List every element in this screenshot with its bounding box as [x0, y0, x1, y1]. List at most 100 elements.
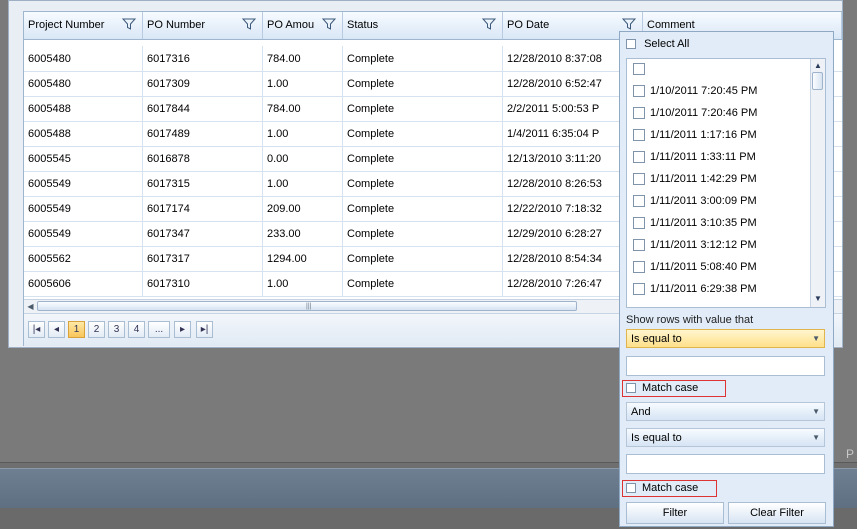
cell-status: Complete	[343, 146, 503, 171]
list-item[interactable]: 1/10/2011 7:20:46 PM	[633, 107, 757, 127]
scroll-down-icon[interactable]: ▼	[813, 294, 823, 304]
column-header-label: Comment	[647, 19, 695, 31]
match-case-label: Match case	[642, 482, 699, 494]
value1-input[interactable]	[626, 356, 825, 376]
value-checkbox[interactable]	[633, 107, 645, 120]
pager-page-1[interactable]: 1	[68, 321, 85, 338]
cell-po-number: 6017317	[143, 246, 263, 271]
logic-operator-dropdown[interactable]: And ▼	[626, 402, 825, 421]
cell-status: Complete	[343, 171, 503, 196]
scroll-left-icon[interactable]: ◀	[25, 301, 36, 312]
vertical-scrollbar[interactable]: ▲ ▼	[810, 59, 825, 307]
select-all-option[interactable]: Select All	[626, 38, 826, 56]
cell-po-number: 6017347	[143, 221, 263, 246]
cell-status: Complete	[343, 96, 503, 121]
list-item[interactable]: 1/11/2011 1:33:11 PM	[633, 151, 756, 171]
column-header-status[interactable]: Status	[343, 12, 503, 39]
value-checkbox[interactable]	[633, 239, 645, 252]
cell-po-amount: 784.00	[263, 96, 343, 121]
match-case-checkbox[interactable]	[626, 483, 636, 494]
pager-first-button[interactable]: |◂	[28, 321, 45, 338]
select-all-checkbox[interactable]	[626, 39, 636, 50]
value-checkbox[interactable]	[633, 261, 645, 274]
cell-project-number: 6005606	[24, 271, 143, 296]
list-item[interactable]: 1/11/2011 3:00:09 PM	[633, 195, 757, 215]
value-checkbox[interactable]	[633, 217, 645, 230]
value-label: 1/11/2011 5:08:40 PM	[650, 261, 757, 273]
background-toolbar-fragment: P	[846, 447, 855, 461]
filter-funnel-icon[interactable]	[482, 17, 496, 31]
column-header-label: PO Amou	[267, 19, 315, 31]
match-case-option-1[interactable]: Match case	[622, 380, 726, 397]
operator2-dropdown[interactable]: Is equal to ▼	[626, 428, 825, 447]
filter-funnel-icon[interactable]	[322, 17, 336, 31]
value-label: 1/10/2011 7:20:46 PM	[650, 107, 758, 119]
operator2-value: Is equal to	[631, 432, 682, 444]
logic-operator-value: And	[631, 406, 651, 418]
show-rows-label: Show rows with value that	[626, 314, 754, 326]
value2-input[interactable]	[626, 454, 825, 474]
cell-po-amount: 1.00	[263, 121, 343, 146]
clear-filter-button[interactable]: Clear Filter	[728, 502, 826, 524]
list-item[interactable]: 1/10/2011 7:20:45 PM	[633, 85, 757, 105]
filter-popup: Select All 1/10/2011 7:20:45 PM 1/10/201…	[619, 31, 834, 527]
match-case-checkbox[interactable]	[626, 383, 636, 394]
vertical-scroll-thumb[interactable]	[812, 72, 823, 90]
cell-status: Complete	[343, 246, 503, 271]
value-checkbox[interactable]	[633, 173, 645, 186]
cell-po-number: 6017489	[143, 121, 263, 146]
value-checkbox[interactable]	[633, 151, 645, 164]
operator1-value: Is equal to	[631, 333, 682, 345]
cell-po-amount: 784.00	[263, 46, 343, 71]
value-label: 1/11/2011 3:10:35 PM	[650, 217, 757, 229]
list-item[interactable]: 1/11/2011 6:29:38 PM	[633, 283, 757, 303]
filter-funnel-icon[interactable]	[242, 17, 256, 31]
filter-button[interactable]: Filter	[626, 502, 724, 524]
value-checkbox[interactable]	[633, 283, 645, 296]
cell-po-number: 6016878	[143, 146, 263, 171]
pager-prev-button[interactable]: ◂	[48, 321, 65, 338]
cell-po-number: 6017309	[143, 71, 263, 96]
list-item[interactable]: 1/11/2011 3:10:35 PM	[633, 217, 757, 237]
match-case-label: Match case	[642, 382, 699, 394]
cell-status: Complete	[343, 46, 503, 71]
match-case-option-2[interactable]: Match case	[622, 480, 717, 497]
value-label: 1/11/2011 6:29:38 PM	[650, 283, 757, 295]
value-checkbox[interactable]	[633, 63, 645, 76]
cell-project-number: 6005549	[24, 171, 143, 196]
value-checkbox[interactable]	[633, 195, 645, 208]
scroll-grip: |||	[306, 303, 312, 310]
cell-project-number: 6005488	[24, 121, 143, 146]
value-checkbox[interactable]	[633, 129, 645, 142]
pager-page-3[interactable]: 3	[108, 321, 125, 338]
scroll-up-icon[interactable]: ▲	[813, 61, 823, 71]
horizontal-scroll-thumb[interactable]: |||	[37, 301, 577, 311]
cell-po-amount: 1294.00	[263, 246, 343, 271]
cell-project-number: 6005549	[24, 221, 143, 246]
pager-next-button[interactable]: ▸	[174, 321, 191, 338]
cell-po-amount: 209.00	[263, 196, 343, 221]
cell-status: Complete	[343, 71, 503, 96]
cell-status: Complete	[343, 196, 503, 221]
operator1-dropdown[interactable]: Is equal to ▼	[626, 329, 825, 348]
pager-more-pages[interactable]: ...	[148, 321, 170, 338]
pager-last-button[interactable]: ▸|	[196, 321, 213, 338]
distinct-values-list: 1/10/2011 7:20:45 PM 1/10/2011 7:20:46 P…	[626, 58, 826, 308]
list-item[interactable]: 1/11/2011 1:17:16 PM	[633, 129, 757, 149]
list-item[interactable]: 1/11/2011 1:42:29 PM	[633, 173, 757, 193]
value-checkbox[interactable]	[633, 85, 645, 98]
list-item[interactable]	[633, 63, 650, 83]
cell-project-number: 6005480	[24, 46, 143, 71]
cell-po-number: 6017310	[143, 271, 263, 296]
column-header-label: PO Number	[147, 19, 206, 31]
pager-page-2[interactable]: 2	[88, 321, 105, 338]
list-item[interactable]: 1/11/2011 3:12:12 PM	[633, 239, 757, 259]
cell-po-number: 6017174	[143, 196, 263, 221]
pager-page-4[interactable]: 4	[128, 321, 145, 338]
filter-funnel-icon[interactable]	[122, 17, 136, 31]
value-label: 1/11/2011 3:12:12 PM	[650, 239, 757, 251]
chevron-down-icon: ▼	[812, 433, 820, 442]
cell-po-number: 6017315	[143, 171, 263, 196]
list-item[interactable]: 1/11/2011 5:08:40 PM	[633, 261, 757, 281]
filter-funnel-icon[interactable]	[622, 17, 636, 31]
